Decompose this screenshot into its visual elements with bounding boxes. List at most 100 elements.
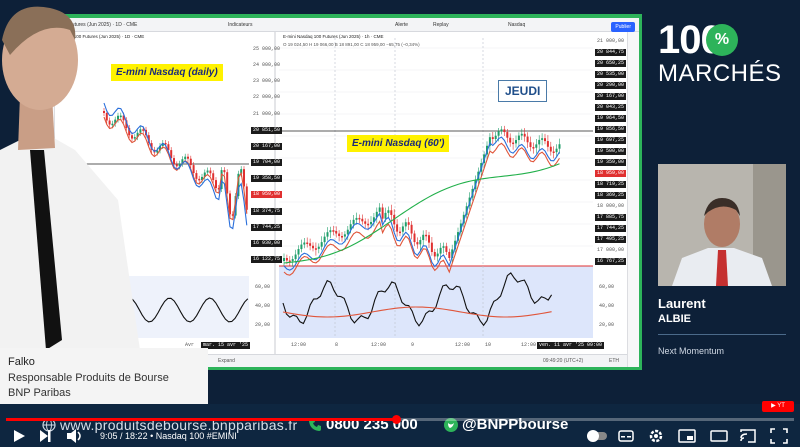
candle-body (503, 129, 506, 133)
cast-icon[interactable] (740, 428, 756, 444)
presenter-role: Responsable Produits de Bourse (8, 372, 169, 384)
time-axis-label: 12:00 (371, 342, 387, 348)
hourly-chart-label: E-mini Nasdaq (60') (347, 135, 450, 152)
candle-body (413, 233, 416, 243)
oscillator-axis-label: 60,00 (599, 284, 615, 290)
candle-body (529, 142, 532, 148)
candle-body (329, 230, 332, 233)
candle-body (306, 242, 309, 245)
candle-body (291, 259, 294, 262)
price-axis-label: 18 374,75 (251, 207, 283, 215)
guest-tie (716, 250, 728, 286)
settings-icon[interactable] (648, 428, 664, 444)
candle-body (283, 258, 285, 261)
candle-body (352, 219, 355, 225)
price-axis-label: 24 000,00 (253, 62, 281, 69)
candle-body (338, 233, 341, 237)
price-axis-label: 21 000,00 (597, 38, 625, 44)
next-icon[interactable] (38, 428, 52, 444)
autoplay-toggle[interactable] (586, 428, 610, 444)
price-axis-label: 21 000,00 (253, 110, 281, 117)
price-axis-label: 20 290,00 (595, 82, 627, 89)
candle-body (312, 245, 314, 249)
theater-mode-icon[interactable] (710, 428, 728, 444)
fullscreen-icon[interactable] (770, 428, 788, 444)
price-axis-label: 20 844,75 (595, 49, 627, 56)
candle-body (343, 234, 346, 237)
candle-body (546, 141, 549, 147)
price-axis-label: 18 959,00 (595, 170, 627, 177)
price-axis-label: 19 359,00 (595, 159, 627, 166)
progress-scrubber[interactable] (392, 415, 402, 424)
price-axis-label: 18 719,25 (595, 181, 627, 188)
time-display: 9:05 / 18:22 • Nasdaq 100 #EMINI (100, 431, 237, 441)
price-axis-label: 20 535,00 (595, 71, 627, 78)
guest-divider (658, 334, 786, 335)
candle-body (549, 146, 552, 152)
candle-body (416, 242, 419, 245)
candle-body (320, 242, 323, 247)
presenter-video (0, 6, 140, 350)
candle-body (187, 156, 189, 159)
subtitles-icon[interactable] (618, 428, 634, 444)
candle-body (419, 240, 422, 245)
volume-icon[interactable] (66, 428, 84, 444)
candle-body (189, 158, 192, 166)
chapter-title[interactable]: Nasdaq 100 #EMINI (156, 431, 237, 441)
right-pane-ohlc: O 19 024,50 H 19 066,00 B 18 891,00 C 18… (283, 42, 420, 47)
miniplayer-icon[interactable] (678, 428, 696, 444)
oscillator-axis-label: 60,00 (255, 284, 271, 290)
candle-body (526, 136, 529, 143)
oscillator-axis-label: 40,00 (599, 303, 615, 309)
price-axis-label: 19 856,50 (595, 126, 627, 133)
candle-body (491, 137, 494, 140)
progress-bar[interactable] (6, 415, 794, 424)
candle-body (297, 249, 300, 255)
session-mode[interactable]: ETH (609, 358, 619, 364)
candle-body (517, 135, 520, 141)
candle-body (364, 221, 367, 224)
candle-body (439, 247, 442, 254)
price-axis-label: 25 000,00 (253, 46, 281, 52)
candle-body (555, 148, 558, 153)
candle-body (332, 230, 335, 232)
price-axis-label: 17 495,25 (595, 236, 627, 243)
candle-body (335, 231, 338, 234)
youtube-logo[interactable]: ▶ YT (762, 401, 794, 412)
time-axis-label: mar. 15 avr '25 (201, 342, 251, 349)
price-axis-label: 23 000,00 (253, 78, 281, 85)
candle-body (285, 258, 288, 261)
candle-body (378, 207, 381, 212)
time-axis-label: ven. 11 avr '25 09:00 (537, 342, 605, 349)
candle-body (428, 235, 430, 243)
candle-body (300, 244, 303, 250)
candle-body (515, 140, 517, 144)
candle-body (309, 243, 312, 246)
candle-body (323, 236, 326, 243)
price-axis-label: 16 930,00 (251, 239, 283, 247)
candle-body (173, 158, 175, 165)
play-icon[interactable] (12, 428, 26, 444)
candle-body (314, 248, 317, 250)
candle-body (184, 156, 187, 160)
clock-readout: 09:49:20 (UTC+2) (543, 358, 584, 364)
guest-first-name: Laurent (658, 296, 706, 311)
price-axis-label: 18 369,25 (595, 192, 627, 199)
oscillator-axis-label: 20,00 (599, 322, 615, 328)
presenter-company: BNP Paribas (8, 387, 71, 399)
candle-body (401, 226, 404, 232)
guest-video (658, 164, 786, 286)
current-time: 9:05 (100, 431, 118, 441)
candle-body (198, 178, 201, 181)
jeudi-annotation: JEUDI (498, 80, 548, 102)
price-axis-label: 18 000,00 (597, 203, 625, 209)
price-axis-label: 20 167,00 (251, 142, 283, 150)
candle-body (192, 165, 195, 174)
candle-body (407, 222, 410, 225)
candle-body (326, 232, 329, 237)
expand-button[interactable]: Expand (218, 358, 235, 364)
candle-body (494, 135, 497, 140)
chapter-separator: • (147, 431, 156, 441)
price-axis-label: 17 885,75 (595, 214, 627, 221)
candle-body (544, 138, 546, 142)
